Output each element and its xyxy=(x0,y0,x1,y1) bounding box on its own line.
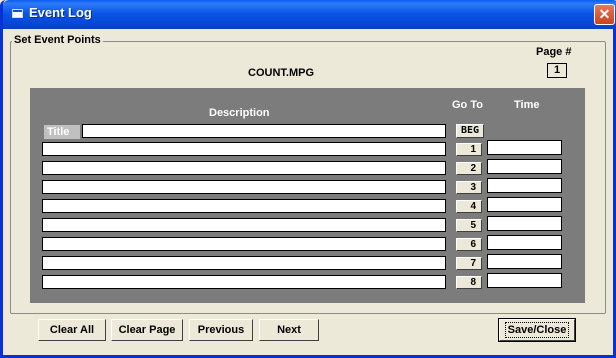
description-input[interactable] xyxy=(42,199,446,213)
title-bar[interactable]: Event Log ✕ xyxy=(3,0,616,29)
previous-button[interactable]: Previous xyxy=(189,319,253,341)
description-input[interactable] xyxy=(42,142,446,156)
goto-button[interactable]: 6 xyxy=(456,238,482,251)
time-header: Time xyxy=(514,99,540,111)
title-input[interactable] xyxy=(82,124,446,138)
description-input[interactable] xyxy=(42,275,446,289)
goto-button[interactable]: 2 xyxy=(456,162,482,175)
description-input[interactable] xyxy=(42,237,446,251)
next-button[interactable]: Next xyxy=(259,319,319,341)
window-icon xyxy=(12,9,23,18)
goto-button[interactable]: 5 xyxy=(456,219,482,232)
goto-header: Go To xyxy=(452,99,483,111)
goto-button[interactable]: 8 xyxy=(456,276,482,289)
time-input[interactable] xyxy=(487,197,562,212)
clear-all-button[interactable]: Clear All xyxy=(38,319,106,341)
page-number: 1 xyxy=(547,63,567,78)
save-close-button[interactable]: Save/Close xyxy=(498,318,576,342)
description-input[interactable] xyxy=(42,161,446,175)
title-label: Title xyxy=(44,125,80,139)
clear-page-button[interactable]: Clear Page xyxy=(111,319,183,341)
time-input[interactable] xyxy=(487,254,562,269)
close-button[interactable]: ✕ xyxy=(594,4,615,25)
group-legend: Set Event Points xyxy=(12,34,103,46)
window-title: Event Log xyxy=(29,5,92,20)
description-header: Description xyxy=(209,107,270,119)
save-close-label: Save/Close xyxy=(504,322,570,338)
description-input[interactable] xyxy=(42,256,446,270)
goto-button[interactable]: 4 xyxy=(456,200,482,213)
goto-beg-button[interactable]: BEG xyxy=(456,124,484,138)
time-input[interactable] xyxy=(487,273,562,288)
goto-button[interactable]: 3 xyxy=(456,181,482,194)
time-input[interactable] xyxy=(487,159,562,174)
time-input[interactable] xyxy=(487,178,562,193)
file-name: COUNT.MPG xyxy=(248,67,314,79)
time-input[interactable] xyxy=(487,235,562,250)
time-input[interactable] xyxy=(487,216,562,231)
goto-button[interactable]: 7 xyxy=(456,257,482,270)
time-input[interactable] xyxy=(487,140,562,155)
goto-button[interactable]: 1 xyxy=(456,143,482,156)
description-input[interactable] xyxy=(42,218,446,232)
page-label: Page # xyxy=(536,46,572,58)
event-table-panel xyxy=(30,88,585,303)
description-input[interactable] xyxy=(42,180,446,194)
